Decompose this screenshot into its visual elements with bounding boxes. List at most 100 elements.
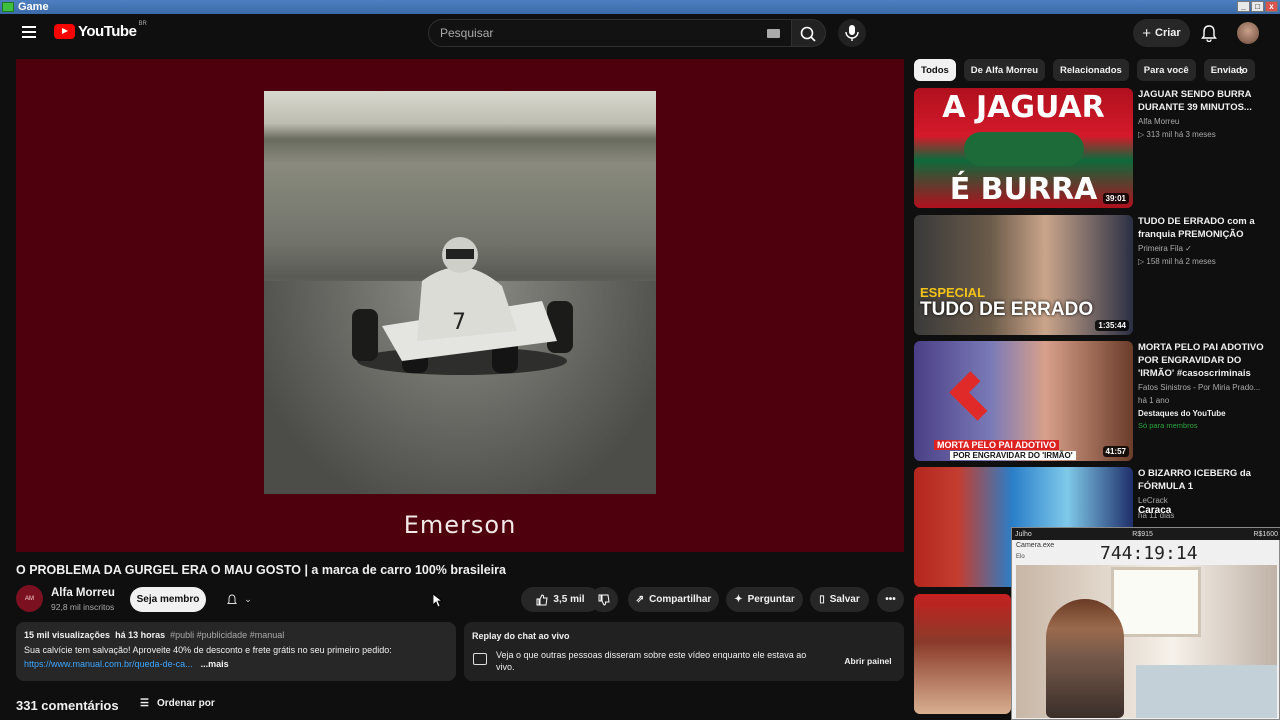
subscriber-count: 92,8 mil inscritos xyxy=(51,602,115,612)
video-thumbnail[interactable]: ESPECIAL TUDO DE ERRADO 1:35:44 xyxy=(914,215,1133,335)
create-button[interactable]: + Criar xyxy=(1133,19,1190,47)
sort-button[interactable]: ☰ Ordenar por xyxy=(140,698,215,709)
filter-chips: Todos De Alfa Morreu Relacionados Para v… xyxy=(914,59,1264,81)
channel-name: Alfa Morreu xyxy=(1138,117,1180,126)
chevron-right-icon[interactable]: › xyxy=(1240,63,1244,78)
recommendation-item[interactable] xyxy=(914,594,1014,714)
minimize-icon[interactable]: _ xyxy=(1237,1,1250,12)
chip-uploaded[interactable]: Enviado xyxy=(1203,59,1255,81)
thumbnail-text: MORTA PELO PAI ADOTIVO xyxy=(934,440,1059,450)
stream-overlay: Julho R$915 R$1600 Camera.exe 744:19:14 … xyxy=(1011,527,1280,720)
description-text: Sua calvície tem salvação! Aproveite 40%… xyxy=(24,645,392,655)
thumbs-down-icon xyxy=(598,594,610,606)
bell-icon xyxy=(227,593,238,604)
chip-todos[interactable]: Todos xyxy=(914,59,956,81)
like-button[interactable]: 3,5 mil xyxy=(521,587,600,612)
channel-name[interactable]: Alfa Morreu xyxy=(51,587,115,599)
channel-name: LeCrack xyxy=(1138,496,1168,505)
search-button[interactable] xyxy=(792,19,826,47)
video-title: JAGUAR SENDO BURRA DURANTE 39 MINUTOS... xyxy=(1138,89,1252,113)
recommendation-item[interactable]: ESPECIAL TUDO DE ERRADO 1:35:44 TUDO DE … xyxy=(914,215,1274,335)
maximize-icon[interactable]: □ xyxy=(1251,1,1264,12)
hashtags[interactable]: #publi #publicidade #manual xyxy=(170,630,284,640)
video-duration: 41:57 xyxy=(1102,446,1129,457)
video-duration: 1:35:44 xyxy=(1095,320,1129,331)
video-title: O BIZARRO ICEBERG da FÓRMULA 1 xyxy=(1138,468,1251,492)
video-title: MORTA PELO PAI ADOTIVO POR ENGRAVIDAR DO… xyxy=(1138,342,1264,379)
members-only-badge: Só para membros xyxy=(1138,421,1198,430)
save-button[interactable]: ▯ Salvar xyxy=(810,587,869,612)
notifications-bell-icon[interactable] xyxy=(1200,24,1218,42)
search-input[interactable] xyxy=(440,26,740,40)
more-icon: ••• xyxy=(885,594,896,605)
recommendation-item[interactable]: MORTA PELO PAI ADOTIVO POR ENGRAVIDAR DO… xyxy=(914,341,1274,461)
video-thumbnail[interactable] xyxy=(914,594,1011,714)
youtube-logo[interactable]: YouTube BR xyxy=(54,21,147,40)
search-icon xyxy=(800,26,816,42)
like-count: 3,5 mil xyxy=(553,594,585,605)
join-button[interactable]: Seja membro xyxy=(130,587,206,612)
comment-count: 331 comentários xyxy=(16,698,119,713)
channel-name: Primeira Fila ✓ xyxy=(1138,244,1192,253)
video-thumbnail[interactable]: A JAGUAR É BURRA 39:01 xyxy=(914,88,1133,208)
recommendation-item[interactable]: A JAGUAR É BURRA 39:01 JAGUAR SENDO BURR… xyxy=(914,88,1274,208)
show-more-button[interactable]: ...mais xyxy=(201,659,229,669)
microphone-icon xyxy=(845,25,859,41)
more-actions-button[interactable]: ••• xyxy=(877,587,904,612)
video-stats: ▷ 158 mil há 2 meses xyxy=(1138,257,1216,266)
sparkle-icon: ✦ xyxy=(734,594,743,605)
description-box[interactable]: 15 mil visualizações há 13 horas #publi … xyxy=(16,622,456,681)
chip-for-you[interactable]: Para você xyxy=(1136,59,1196,81)
overlay-floating-text: Caraca xyxy=(1138,505,1172,516)
description-link[interactable]: https://www.manual.com.br/queda-de-ca... xyxy=(24,659,193,669)
overlay-clock: 744:19:14 xyxy=(1100,543,1198,564)
thumbnail-text: É BURRA xyxy=(949,172,1098,207)
view-count: 15 mil visualizações xyxy=(24,630,111,640)
video-thumbnail[interactable]: MORTA PELO PAI ADOTIVO POR ENGRAVIDAR DO… xyxy=(914,341,1133,461)
mouse-cursor-icon xyxy=(433,594,443,608)
thumbnail-text: TUDO DE ERRADO xyxy=(920,299,1094,320)
logo-country: BR xyxy=(138,21,147,27)
subscription-bell-button[interactable]: ⌄ xyxy=(213,587,265,612)
open-panel-button[interactable]: Abrir painel xyxy=(840,651,896,671)
bookmark-icon: ▯ xyxy=(819,594,825,605)
video-title: TUDO DE ERRADO com a franquia PREMONIÇÃO xyxy=(1138,216,1255,240)
featured-badge: Destaques do YouTube xyxy=(1138,409,1226,418)
chip-related[interactable]: Relacionados xyxy=(1053,59,1129,81)
voice-search-button[interactable] xyxy=(838,19,866,47)
share-label: Compartilhar xyxy=(649,594,712,605)
app-icon xyxy=(2,2,14,12)
chevron-down-icon: ⌄ xyxy=(244,594,252,604)
thumbs-up-icon xyxy=(536,593,548,605)
video-frame-photo: 7 xyxy=(264,91,656,494)
upload-date: há 13 horas xyxy=(115,630,166,640)
plus-icon: + xyxy=(1142,24,1152,42)
kart-illustration: 7 xyxy=(352,237,573,375)
save-label: Salvar xyxy=(829,594,860,605)
keyboard-icon[interactable] xyxy=(767,29,780,38)
sort-label: Ordenar por xyxy=(156,698,215,709)
video-stats: há 1 ano xyxy=(1138,396,1170,405)
channel-name: Fatos Sinistros - Por Miria Prado... xyxy=(1138,383,1261,392)
channel-avatar[interactable]: AM xyxy=(16,585,43,612)
play-logo-icon xyxy=(54,24,75,39)
ask-button[interactable]: ✦ Perguntar xyxy=(726,587,803,612)
ask-label: Perguntar xyxy=(747,594,795,605)
chip-channel[interactable]: De Alfa Morreu xyxy=(963,59,1046,81)
thumbnail-text: POR ENGRAVIDAR DO 'IRMÃO' xyxy=(950,451,1076,460)
chat-replay-box: Replay do chat ao vivo Veja o que outras… xyxy=(464,622,904,681)
thumbnail-text: A JAGUAR xyxy=(942,90,1105,125)
share-icon: ⇗ xyxy=(635,594,645,605)
share-button[interactable]: ⇗ Compartilhar xyxy=(628,587,719,612)
webcam-feed xyxy=(1016,565,1277,718)
logo-text: YouTube xyxy=(78,23,137,40)
video-player[interactable]: 7 Emerson xyxy=(16,59,904,552)
user-avatar[interactable] xyxy=(1237,22,1259,44)
chat-heading: Replay do chat ao vivo xyxy=(472,631,570,641)
chat-text: Veja o que outras pessoas disseram sobre… xyxy=(496,650,807,672)
menu-icon[interactable] xyxy=(22,26,36,38)
chat-icon xyxy=(473,653,487,665)
close-icon[interactable]: x xyxy=(1265,1,1278,12)
overlay-month: Julho xyxy=(1015,530,1032,538)
dislike-button[interactable] xyxy=(590,587,618,612)
